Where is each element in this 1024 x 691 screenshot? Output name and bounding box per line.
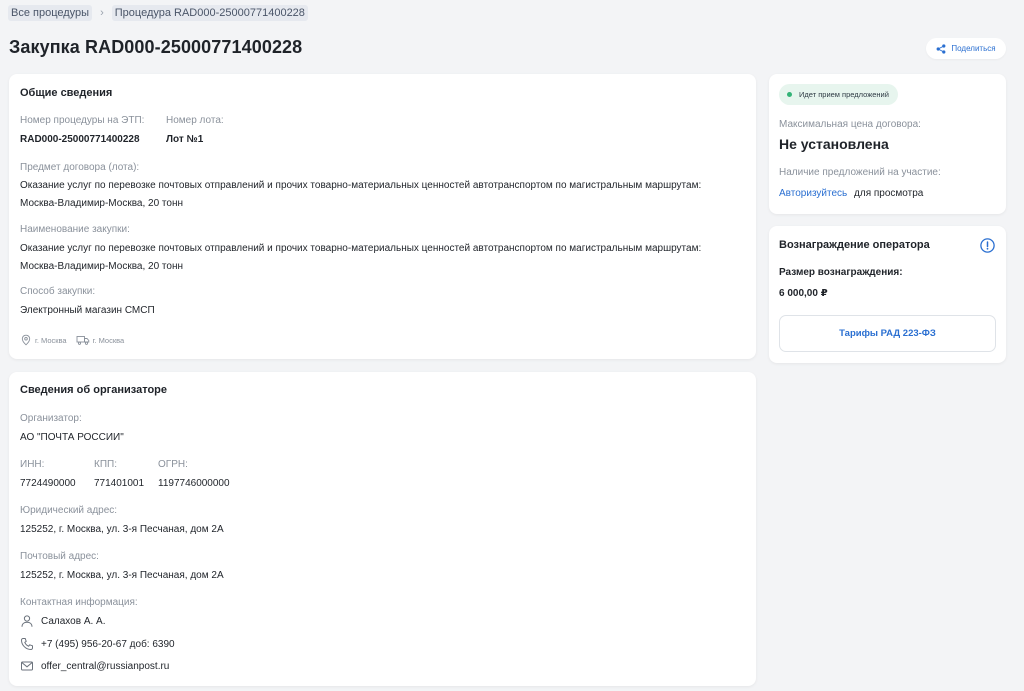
general-info-title: Общие сведения — [20, 87, 113, 99]
shipping-location: г. Москва — [76, 334, 125, 346]
share-label: Поделиться — [951, 44, 996, 53]
organizer-label: Организатор: — [20, 413, 82, 424]
contact-info-label: Контактная информация: — [20, 597, 138, 608]
lot-number-label: Номер лота: — [166, 115, 224, 126]
auth-suffix: для просмотра — [854, 188, 924, 199]
location-2-text: г. Москва — [92, 335, 125, 345]
kpp-label: КПП: — [94, 459, 117, 470]
contact-email[interactable]: offer_central@russianpost.ru — [41, 661, 169, 672]
subject-value: Оказание услуг по перевозке почтовых отп… — [20, 180, 702, 209]
breadcrumb-item-all[interactable]: Все процедуры — [8, 5, 93, 21]
inn-label: ИНН: — [20, 459, 45, 470]
reward-title: Вознаграждение оператора — [779, 239, 930, 251]
auth-link[interactable]: Авторизуйтесь — [779, 188, 847, 199]
postal-address-label: Почтовый адрес: — [20, 551, 99, 562]
organizer-title: Сведения об организаторе — [20, 384, 168, 396]
ogrn-value: 1197746000000 — [158, 478, 230, 489]
user-icon — [21, 615, 33, 627]
page-title: Закупка RAD000-25000771400228 — [9, 37, 303, 57]
offers-label: Наличие предложений на участие: — [779, 167, 941, 178]
purchase-name-value: Оказание услуг по перевозке почтовых отп… — [20, 243, 702, 272]
reward-size-value: 6 000,00 ₽ — [779, 288, 828, 299]
location-1-text: г. Москва — [35, 335, 67, 345]
delivery-location: г. Москва — [20, 334, 67, 346]
max-price-value: Не установлена — [779, 136, 889, 152]
lot-number: Лот №1 — [166, 134, 204, 145]
legal-address-label: Юридический адрес: — [20, 505, 118, 516]
inn-value: 7724490000 — [20, 478, 76, 489]
offers-row: Авторизуйтесь для просмотра — [779, 188, 923, 199]
phone-icon — [20, 638, 33, 651]
procedure-number-label: Номер процедуры на ЭТП: — [20, 115, 145, 126]
subject-label: Предмет договора (лота): — [20, 162, 140, 173]
method-value: Электронный магазин СМСП — [20, 305, 155, 316]
status-badge-text: Идет прием предложений — [799, 90, 889, 99]
breadcrumb: Все процедуры › Процедура RAD000-2500077… — [8, 5, 308, 21]
postal-address-value: 125252, г. Москва, ул. 3-я Песчаная, дом… — [20, 570, 224, 581]
tariff-button[interactable]: Тарифы РАД 223-ФЗ — [779, 315, 996, 352]
legal-address-value: 125252, г. Москва, ул. 3-я Песчаная, дом… — [20, 524, 224, 535]
contact-phone-row: +7 (495) 956-20-67 доб: 6390 — [20, 637, 175, 651]
share-icon — [937, 43, 946, 54]
contact-phone: +7 (495) 956-20-67 доб: 6390 — [41, 638, 175, 650]
status-dot-icon — [787, 92, 792, 97]
method-label: Способ закупки: — [20, 286, 96, 297]
truck-icon — [76, 336, 89, 345]
breadcrumb-item-current[interactable]: Процедура RAD000-25000771400228 — [111, 5, 308, 21]
organizer-value: АО "ПОЧТА РОССИИ" — [20, 432, 124, 443]
info-icon[interactable] — [980, 238, 995, 253]
status-badge: Идет прием предложений — [779, 84, 898, 105]
mail-icon — [21, 661, 33, 671]
share-button[interactable]: Поделиться — [926, 38, 1006, 59]
location-pin-icon — [21, 334, 31, 346]
contact-person: Салахов А. А. — [41, 615, 106, 627]
procedure-number: RAD000-25000771400228 — [20, 134, 140, 145]
ogrn-label: ОГРН: — [158, 459, 188, 470]
contact-person-row: Салахов А. А. — [20, 614, 106, 628]
kpp-value: 771401001 — [94, 478, 145, 489]
breadcrumb-separator: › — [100, 7, 104, 19]
contact-email-row: offer_central@russianpost.ru — [20, 659, 169, 673]
location-row: г. Москва г. Москва — [20, 334, 133, 346]
purchase-name-label: Наименование закупки: — [20, 224, 130, 235]
reward-size-label: Размер вознаграждения: — [779, 267, 903, 278]
max-price-label: Максимальная цена договора: — [779, 119, 921, 130]
